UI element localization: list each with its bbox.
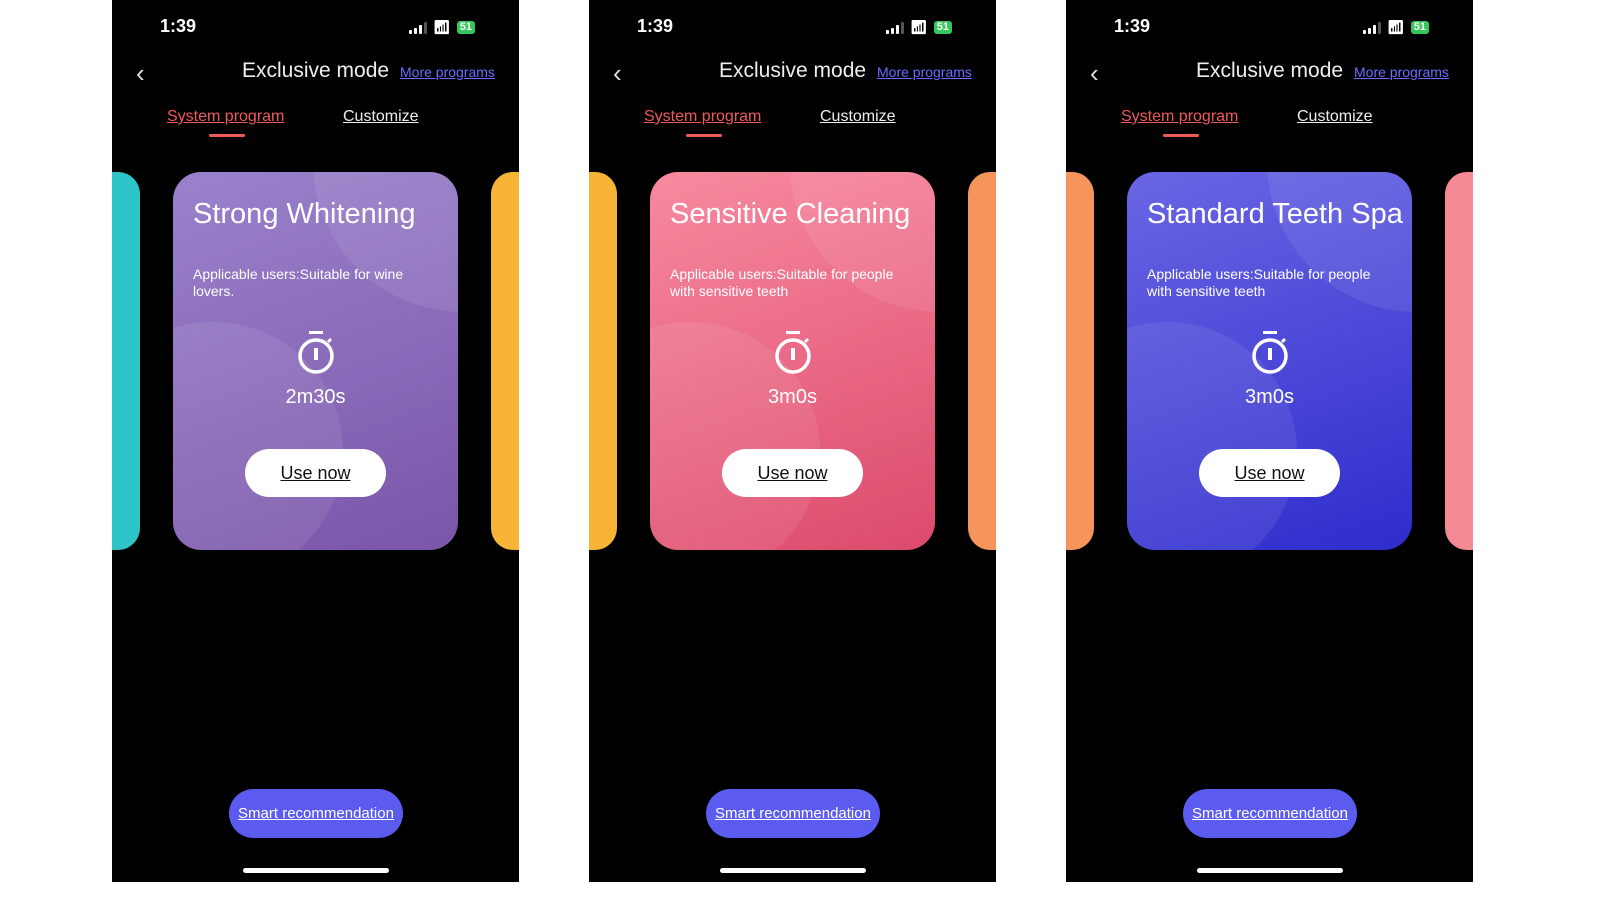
tab-system-program[interactable]: System program <box>167 108 284 126</box>
stopwatch-icon <box>775 331 811 374</box>
more-programs-link[interactable]: More programs <box>1354 64 1449 80</box>
page-title: Exclusive mode <box>719 59 867 82</box>
tab-customize[interactable]: Customize <box>1297 108 1373 126</box>
battery-icon: 51 <box>1410 21 1430 34</box>
stopwatch-icon <box>1252 331 1288 374</box>
wifi-icon: 📶︎ <box>1387 19 1405 35</box>
battery-icon: 51 <box>933 21 953 34</box>
use-now-button[interactable]: Use now <box>1199 449 1340 497</box>
tab-customize[interactable]: Customize <box>820 108 896 126</box>
program-title: Strong Whitening <box>193 198 416 230</box>
program-description: Applicable users:Suitable for people wit… <box>670 266 894 299</box>
program-description: Applicable users:Suitable for wine lover… <box>193 266 404 299</box>
home-indicator[interactable] <box>1197 868 1343 873</box>
status-icons: 📶︎ 51 <box>409 19 476 36</box>
active-tab-indicator <box>686 134 722 137</box>
status-time: 1:39 <box>637 16 674 36</box>
use-now-button[interactable]: Use now <box>245 449 386 497</box>
stopwatch-icon <box>298 331 334 374</box>
status-time: 1:39 <box>160 16 197 36</box>
status-time: 1:39 <box>1114 16 1151 36</box>
tab-customize[interactable]: Customize <box>343 108 419 126</box>
program-card: Strong Whitening Applicable users:Suitab… <box>173 172 458 550</box>
program-title: Standard Teeth Spa <box>1147 198 1403 230</box>
back-chevron-icon[interactable]: ‹ <box>1090 58 1099 89</box>
next-program-card[interactable] <box>968 172 996 550</box>
next-program-card[interactable] <box>491 172 519 550</box>
status-icons: 📶︎ 51 <box>886 19 953 36</box>
program-card: Standard Teeth Spa Applicable users:Suit… <box>1127 172 1412 550</box>
signal-icon <box>886 21 904 34</box>
tab-system-program[interactable]: System program <box>1121 108 1238 126</box>
battery-icon: 51 <box>456 21 476 34</box>
more-programs-link[interactable]: More programs <box>400 64 495 80</box>
smart-recommendation-button[interactable]: Smart recommendation <box>229 789 403 838</box>
active-tab-indicator <box>209 134 245 137</box>
signal-icon <box>409 21 427 34</box>
next-program-card[interactable] <box>1445 172 1473 550</box>
smart-recommendation-button[interactable]: Smart recommendation <box>706 789 880 838</box>
program-description: Applicable users:Suitable for people wit… <box>1147 266 1371 299</box>
phone-screen: 1:39 📶︎ 51 ‹ Exclusive mode More program… <box>112 0 519 882</box>
more-programs-link[interactable]: More programs <box>877 64 972 80</box>
wifi-icon: 📶︎ <box>910 19 928 35</box>
tab-system-program[interactable]: System program <box>644 108 761 126</box>
use-now-button[interactable]: Use now <box>722 449 863 497</box>
program-duration: 3m0s <box>768 386 817 408</box>
home-indicator[interactable] <box>720 868 866 873</box>
back-chevron-icon[interactable]: ‹ <box>613 58 622 89</box>
program-duration: 2m30s <box>285 386 346 408</box>
program-title: Sensitive Cleaning <box>670 198 911 230</box>
home-indicator[interactable] <box>243 868 389 873</box>
phone-screen: 1:39 📶︎ 51 ‹ Exclusive mode More program… <box>589 0 996 882</box>
page-title: Exclusive mode <box>1196 59 1344 82</box>
previous-program-card[interactable] <box>112 172 140 550</box>
back-chevron-icon[interactable]: ‹ <box>136 58 145 89</box>
previous-program-card[interactable] <box>589 172 617 550</box>
smart-recommendation-button[interactable]: Smart recommendation <box>1183 789 1357 838</box>
program-duration: 3m0s <box>1245 386 1294 408</box>
status-icons: 📶︎ 51 <box>1363 19 1430 36</box>
wifi-icon: 📶︎ <box>433 19 451 35</box>
signal-icon <box>1363 21 1381 34</box>
previous-program-card[interactable] <box>1066 172 1094 550</box>
phone-screen: 1:39 📶︎ 51 ‹ Exclusive mode More program… <box>1066 0 1473 882</box>
active-tab-indicator <box>1163 134 1199 137</box>
program-card: Sensitive Cleaning Applicable users:Suit… <box>650 172 935 550</box>
page-title: Exclusive mode <box>242 59 390 82</box>
